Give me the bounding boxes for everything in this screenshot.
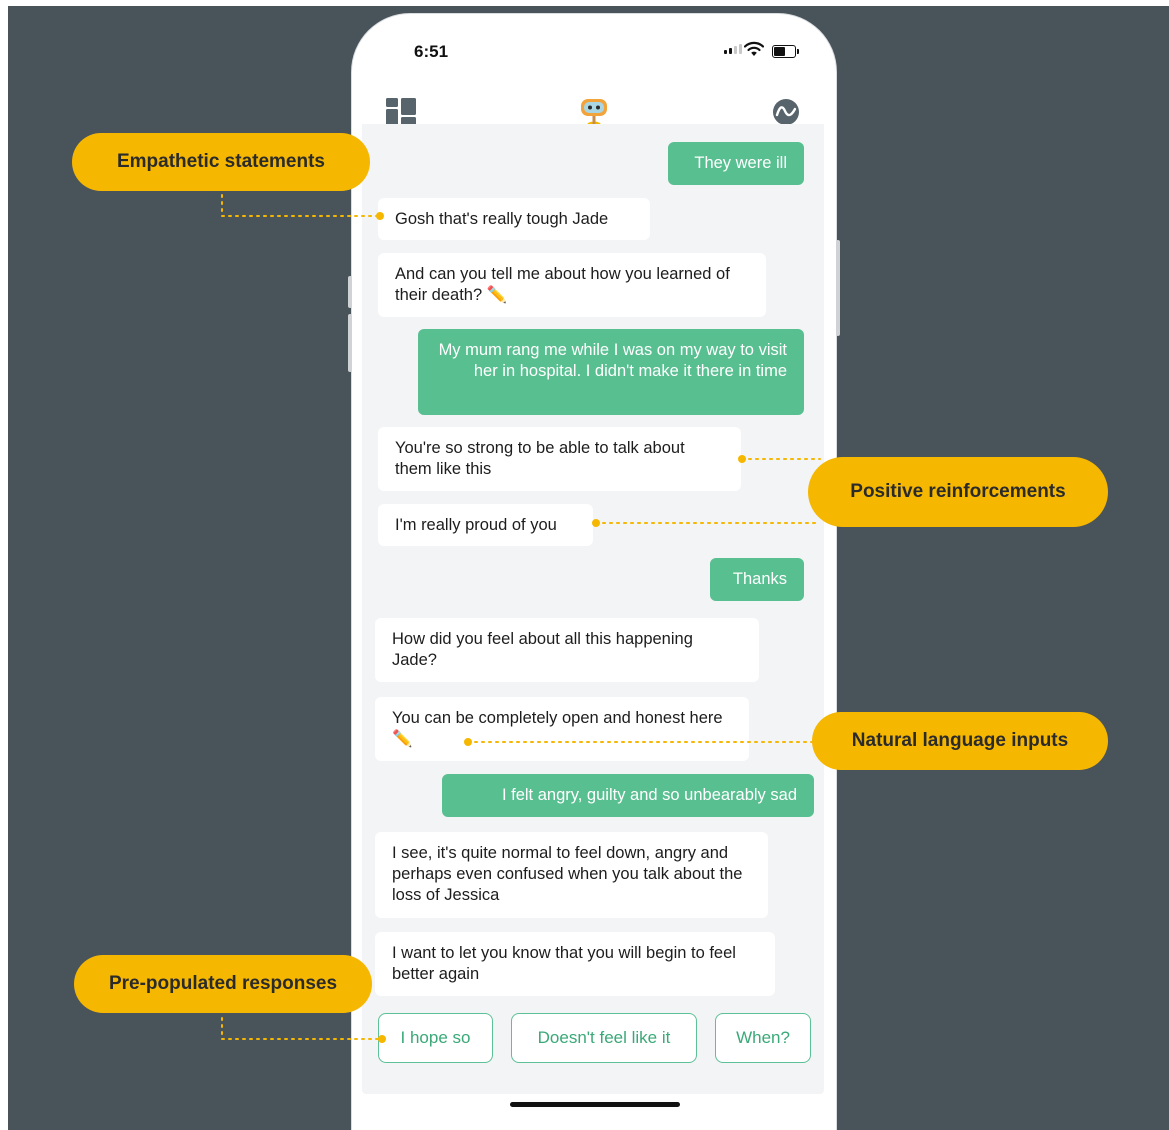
home-indicator bbox=[510, 1102, 680, 1107]
bot-message: You're so strong to be able to talk abou… bbox=[378, 427, 741, 491]
volume-button bbox=[348, 314, 352, 372]
bot-message: I see, it's quite normal to feel down, a… bbox=[375, 832, 768, 918]
wifi-icon bbox=[744, 41, 764, 56]
battery-icon bbox=[772, 45, 799, 58]
power-button bbox=[836, 240, 840, 336]
callout-natural-language-inputs: Natural language inputs bbox=[812, 712, 1108, 770]
bot-message: I want to let you know that you will beg… bbox=[375, 932, 775, 996]
pulse-icon[interactable] bbox=[772, 98, 800, 126]
quick-reply-button[interactable]: When? bbox=[715, 1013, 811, 1063]
bot-message: You can be completely open and honest he… bbox=[375, 697, 749, 761]
callout-positive-reinforcements: Positive reinforcements bbox=[808, 457, 1108, 527]
user-message: My mum rang me while I was on my way to … bbox=[418, 329, 804, 415]
volume-button bbox=[348, 276, 352, 308]
status-time: 6:51 bbox=[414, 42, 449, 61]
user-message: Thanks bbox=[710, 558, 804, 601]
bot-message: Gosh that's really tough Jade bbox=[378, 198, 650, 240]
phone-frame: 6:51 They were ill Gosh that's really to… bbox=[348, 14, 840, 1130]
bot-message: And can you tell me about how you learne… bbox=[378, 253, 766, 317]
user-message: They were ill bbox=[668, 142, 804, 185]
user-message: I felt angry, guilty and so unbearably s… bbox=[442, 774, 814, 817]
status-bar: 6:51 bbox=[352, 14, 836, 84]
callout-prepopulated-responses: Pre-populated responses bbox=[74, 955, 372, 1013]
quick-reply-button[interactable]: Doesn't feel like it bbox=[511, 1013, 697, 1063]
dashboard-icon[interactable] bbox=[386, 98, 416, 126]
chat-area: They were ill Gosh that's really tough J… bbox=[362, 124, 824, 1094]
bot-message: How did you feel about all this happenin… bbox=[375, 618, 759, 682]
quick-reply-button[interactable]: I hope so bbox=[378, 1013, 493, 1063]
callout-empathetic-statements: Empathetic statements bbox=[72, 133, 370, 191]
signal-icon bbox=[724, 44, 742, 54]
bot-message: I'm really proud of you bbox=[378, 504, 593, 546]
